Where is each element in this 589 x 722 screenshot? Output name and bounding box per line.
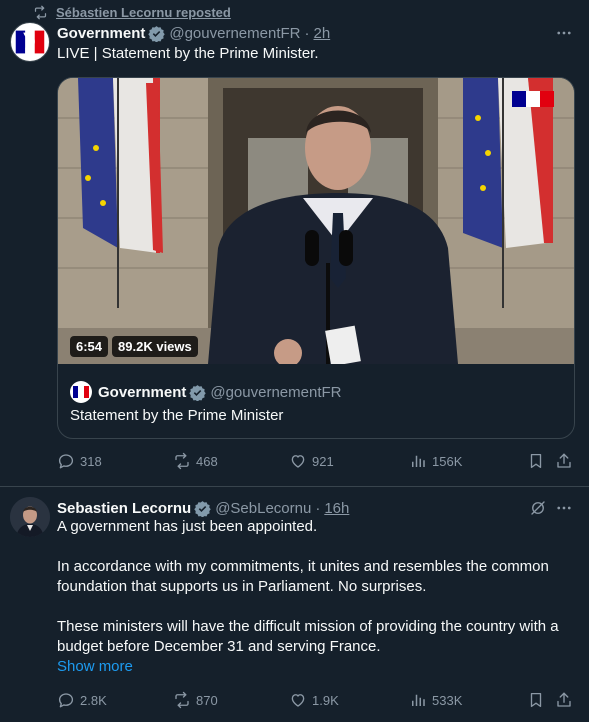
reply-icon	[58, 454, 74, 469]
share-icon	[557, 692, 571, 707]
more-icon[interactable]	[555, 24, 573, 42]
tweet-header: Government @gouvernementFR · 2h	[57, 23, 330, 43]
video-player[interactable]: 6:54 89.2K views	[58, 78, 574, 364]
views-icon	[412, 455, 425, 467]
reply-button[interactable]: 318	[57, 452, 102, 470]
repost-button[interactable]: 870	[173, 691, 218, 709]
quote-author-name[interactable]: Government	[98, 384, 186, 401]
tweet-paragraph: These ministers will have the difficult …	[57, 618, 559, 655]
bookmark-button[interactable]	[527, 691, 550, 709]
tweet-text: LIVE | Statement by the Prime Minister.	[57, 45, 319, 62]
tweet-text: A government has just been appointed. In…	[57, 517, 577, 677]
video-duration: 6:54	[70, 336, 109, 357]
share-button[interactable]	[555, 691, 578, 709]
repost-count: 870	[196, 692, 218, 708]
author-avatar[interactable]	[10, 22, 50, 62]
reply-count: 2.8K	[80, 692, 107, 708]
views-count: 533K	[432, 692, 463, 708]
reply-count: 318	[80, 453, 102, 469]
separator-dot: ·	[315, 499, 321, 517]
verified-icon[interactable]	[148, 25, 166, 42]
government-logo-icon	[512, 91, 554, 107]
marianne-logo-icon	[15, 30, 45, 55]
like-count: 921	[312, 453, 334, 469]
author-name[interactable]: Sebastien Lecornu	[57, 500, 191, 517]
reply-button[interactable]: 2.8K	[57, 691, 107, 709]
author-avatar[interactable]	[10, 497, 50, 537]
repost-context[interactable]: Sébastien Lecornu reposted	[33, 4, 231, 20]
quote-text: Statement by the Prime Minister	[70, 407, 284, 424]
views-count: 156K	[432, 453, 463, 469]
tweet-header: Sebastien Lecornu @SebLecornu · 16h	[57, 498, 349, 518]
views-button[interactable]: 156K	[409, 452, 462, 470]
video-badges: 6:54 89.2K views	[70, 336, 202, 357]
action-bar: 2.8K 870 1.9K 533K	[57, 691, 577, 711]
share-button[interactable]	[555, 452, 578, 470]
tweet-time[interactable]: 2h	[313, 25, 330, 42]
author-handle[interactable]: @gouvernementFR	[169, 25, 300, 42]
author-handle[interactable]: @SebLecornu	[215, 500, 311, 517]
like-icon	[291, 455, 305, 468]
marianne-logo-icon	[73, 386, 89, 398]
profile-photo	[10, 497, 50, 537]
share-icon	[557, 453, 571, 468]
like-icon	[291, 694, 305, 707]
reply-icon	[58, 693, 74, 708]
quote-avatar	[70, 381, 92, 403]
bookmark-button[interactable]	[527, 452, 550, 470]
video-views: 89.2K views	[112, 336, 198, 357]
bookmark-icon	[530, 692, 542, 708]
repost-icon	[175, 452, 189, 470]
grok-icon[interactable]	[529, 499, 547, 517]
tweet-paragraph: In accordance with my commitments, it un…	[57, 558, 549, 595]
author-name[interactable]: Government	[57, 25, 145, 42]
action-bar: 318 468 921 156K	[57, 452, 577, 472]
repost-button[interactable]: 468	[173, 452, 218, 470]
verified-icon[interactable]	[189, 384, 207, 401]
verified-icon[interactable]	[194, 500, 211, 517]
repost-count: 468	[196, 453, 218, 469]
like-button[interactable]: 1.9K	[289, 691, 339, 709]
more-icon[interactable]	[555, 499, 573, 517]
show-more-link[interactable]: Show more	[57, 658, 133, 675]
like-count: 1.9K	[312, 692, 339, 708]
views-button[interactable]: 533K	[409, 691, 462, 709]
video-thumbnail	[58, 78, 574, 364]
media-card[interactable]: 6:54 89.2K views Government @gouvernemen…	[57, 77, 575, 439]
tweet-government[interactable]: Sébastien Lecornu reposted Government @g…	[0, 0, 589, 487]
quote-header[interactable]: Government @gouvernementFR	[70, 381, 341, 403]
repost-icon	[175, 691, 189, 709]
quote-author-handle[interactable]: @gouvernementFR	[210, 384, 341, 401]
repost-label[interactable]: Sébastien Lecornu reposted	[56, 5, 231, 20]
tweet-paragraph: A government has just been appointed.	[57, 518, 318, 535]
views-icon	[412, 694, 425, 706]
bookmark-icon	[530, 453, 542, 469]
like-button[interactable]: 921	[289, 452, 334, 470]
tweet-lecornu[interactable]: Sebastien Lecornu @SebLecornu · 16h A go…	[0, 488, 589, 722]
separator-dot: ·	[304, 24, 310, 42]
repost-icon	[34, 5, 47, 19]
tweet-time[interactable]: 16h	[324, 500, 349, 517]
